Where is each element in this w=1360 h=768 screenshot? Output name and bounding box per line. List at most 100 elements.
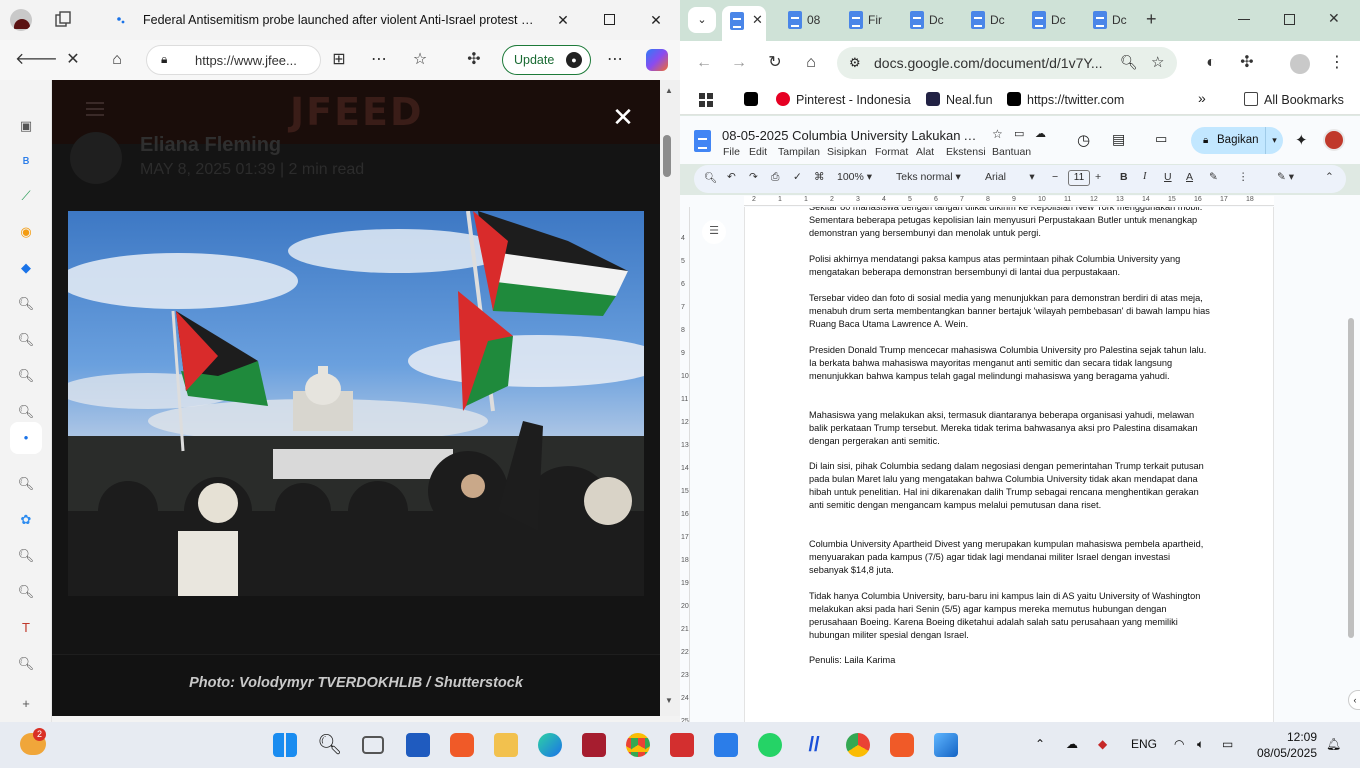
chrome-minimize-button[interactable]: [1238, 19, 1250, 20]
redo-icon[interactable]: ↷: [749, 171, 758, 183]
zoom-select[interactable]: 100% ▾: [837, 171, 872, 183]
italic-button[interactable]: I: [1143, 171, 1147, 182]
hide-menus-icon[interactable]: ⌃: [1325, 171, 1334, 183]
task-view-icon[interactable]: [362, 736, 384, 754]
tray-app-icon[interactable]: ◆: [1098, 737, 1107, 751]
start-icon[interactable]: [273, 733, 297, 757]
font-select[interactable]: Arial ▾: [985, 171, 1035, 183]
edge-taskbar-icon[interactable]: [538, 733, 562, 757]
tab-close-icon[interactable]: ✕: [553, 10, 573, 30]
doc-paragraph[interactable]: Polisi akhirnya mendatangi paksa kampus …: [809, 253, 1211, 279]
history-icon[interactable]: ◷: [1077, 131, 1090, 149]
copilot-icon[interactable]: [646, 49, 668, 71]
battery-icon[interactable]: ▭: [1222, 737, 1233, 751]
x-bookmark[interactable]: [744, 92, 764, 107]
new-tab-button[interactable]: +: [1146, 9, 1157, 30]
settings-more-icon[interactable]: ⋯: [601, 46, 629, 74]
site-logo[interactable]: JFEED: [290, 90, 424, 134]
app-se-icon[interactable]: [670, 733, 694, 757]
undo-icon[interactable]: ↶: [727, 171, 736, 183]
text-color-button[interactable]: A: [1186, 171, 1193, 183]
more-bookmarks-icon[interactable]: »: [1198, 90, 1206, 106]
photos-icon[interactable]: [934, 733, 958, 757]
doc-paragraph[interactable]: Tidak hanya Columbia University, baru-ba…: [809, 590, 1211, 642]
bing-icon[interactable]: ʙ: [16, 150, 36, 170]
author-name[interactable]: Eliana Fleming: [140, 134, 281, 157]
doc-paragraph[interactable]: Penulis: Laila Karima: [809, 654, 1211, 667]
search-icon[interactable]: 🔍︎: [16, 402, 36, 422]
search-icon[interactable]: 🔍︎: [16, 654, 36, 674]
brave-icon[interactable]: [450, 733, 474, 757]
search-icon[interactable]: 🔍︎: [16, 294, 36, 314]
bookmark-star-icon[interactable]: ☆: [1151, 53, 1164, 71]
favorite-star-icon[interactable]: ☆: [406, 46, 434, 74]
chrome-profile-avatar[interactable]: [1290, 54, 1310, 74]
chrome-maximize-button[interactable]: [1284, 14, 1295, 25]
apps-grid-icon[interactable]: [699, 93, 713, 107]
extensions-icon[interactable]: ✣: [460, 46, 488, 74]
star-icon[interactable]: ☆: [992, 127, 1003, 141]
stop-loading-button[interactable]: ✕: [59, 46, 87, 74]
zoom-icon[interactable]: 🔍︎: [1120, 54, 1138, 71]
language-indicator[interactable]: ENG: [1131, 737, 1157, 751]
menu-edit[interactable]: Edit: [749, 146, 767, 158]
more-toolbar-icon[interactable]: ⋮: [1238, 171, 1249, 183]
search-menus-icon[interactable]: 🔍︎: [704, 171, 717, 184]
active-tab-close-icon[interactable]: ✕: [752, 12, 763, 28]
menu-file[interactable]: File: [723, 146, 740, 158]
search-icon[interactable]: 🔍︎: [317, 733, 342, 757]
chrome-extensions-icon[interactable]: ✣: [1233, 49, 1261, 77]
close-window-button[interactable]: ✕: [646, 10, 666, 30]
chrome-tab[interactable]: Dc: [1085, 8, 1143, 33]
comments-icon[interactable]: ▤: [1112, 131, 1125, 148]
move-folder-icon[interactable]: ▭: [1014, 127, 1024, 140]
chrome-back-button[interactable]: ←: [690, 49, 718, 77]
menu-help[interactable]: Bantuan: [992, 146, 1031, 158]
back-button[interactable]: 🡐: [15, 46, 58, 74]
chrome-profile-taskbar-icon[interactable]: [846, 733, 870, 757]
collections-icon[interactable]: ▣: [16, 116, 36, 136]
chrome-address-bar[interactable]: ⚙︎ docs.google.com/document/d/1v7Y... 🔍︎…: [837, 47, 1177, 79]
menu-format[interactable]: Format: [875, 146, 908, 158]
cloud-status-icon[interactable]: ☁︎: [1035, 127, 1046, 140]
home-button[interactable]: ⌂: [103, 46, 131, 74]
pinterest-bookmark[interactable]: Pinterest - Indonesia: [776, 92, 911, 107]
doc-paragraph[interactable]: Tersebar video dan foto di sosial media …: [809, 292, 1211, 331]
menu-extensions[interactable]: Ekstensi: [946, 146, 986, 158]
file-explorer-icon[interactable]: [494, 733, 518, 757]
lock-icon[interactable]: 🔒︎: [161, 52, 175, 66]
maximize-button[interactable]: [604, 14, 615, 25]
search-icon[interactable]: 🔍︎: [16, 474, 36, 494]
menu-view[interactable]: Tampilan: [778, 146, 820, 158]
notepad-icon[interactable]: [714, 733, 738, 757]
edge-address-bar[interactable]: 🔒︎ https://www.jfee...: [146, 45, 321, 75]
system-clock[interactable]: 12:09 08/05/2025: [1257, 729, 1317, 761]
search-icon[interactable]: 🔍︎: [16, 330, 36, 350]
spellcheck-icon[interactable]: ✓: [793, 171, 802, 183]
chrome-forward-button[interactable]: →: [725, 49, 753, 77]
chrome-menu-icon[interactable]: ⋮: [1323, 49, 1351, 77]
orange-app-icon[interactable]: ◉: [16, 222, 36, 242]
chrome-tab[interactable]: 08: [780, 8, 838, 33]
chrome-tab[interactable]: Dc: [902, 8, 960, 33]
edge-scroll-thumb[interactable]: [663, 135, 671, 177]
onedrive-icon[interactable]: ☁︎: [1066, 737, 1078, 751]
chrome-tab-active[interactable]: ✕: [722, 6, 766, 41]
chrome-tab[interactable]: Fir: [841, 8, 899, 33]
search-icon[interactable]: 🔍︎: [16, 546, 36, 566]
mendeley-icon[interactable]: [582, 733, 606, 757]
blue-app-icon[interactable]: ◆: [16, 258, 36, 278]
profile-avatar[interactable]: [10, 9, 32, 31]
chrome-home-button[interactable]: ⌂: [797, 49, 825, 77]
font-size-increase[interactable]: +: [1095, 171, 1101, 183]
app-slash-icon[interactable]: //: [802, 733, 826, 757]
lightbox-close-icon[interactable]: ✕: [610, 104, 636, 130]
underline-button[interactable]: U: [1164, 171, 1172, 183]
bold-button[interactable]: B: [1120, 171, 1128, 183]
share-button[interactable]: 🔒︎ Bagikan: [1191, 127, 1265, 154]
tab-search-button[interactable]: ⌄: [688, 7, 716, 33]
show-hidden-icons[interactable]: ⌃: [1035, 737, 1045, 751]
apps-icon[interactable]: ⊞: [325, 46, 353, 74]
horizontal-ruler[interactable]: 2 1 1 2 3 4 5 6 7 8 9 10 11 12 13 14 15 16 17 18: [744, 196, 1274, 206]
more-tools-icon[interactable]: ⋯: [365, 46, 393, 74]
